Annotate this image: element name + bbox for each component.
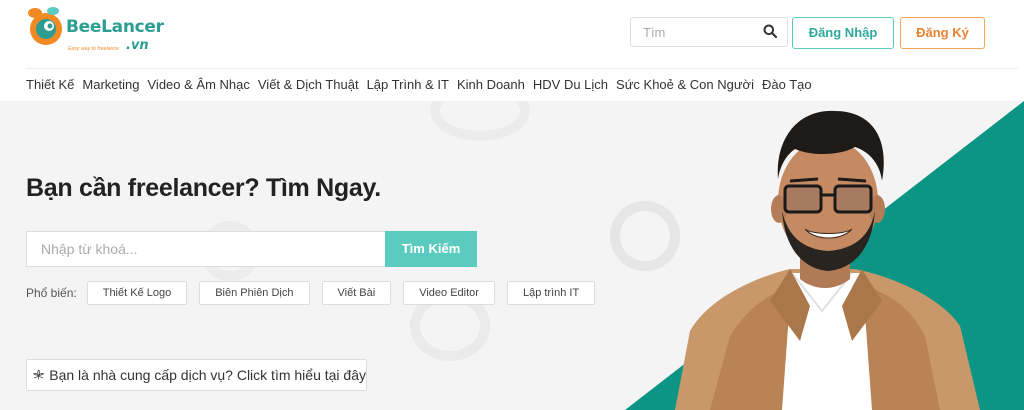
nav-item-viet-dich-thuat[interactable]: Viết & Dịch Thuật <box>258 76 359 96</box>
header-search-input[interactable] <box>631 18 751 46</box>
nav-item-hdv-du-lich[interactable]: HDV Du Lịch <box>533 76 608 96</box>
hero-search-input[interactable] <box>26 231 385 267</box>
nav-item-marketing[interactable]: Marketing <box>82 76 139 96</box>
nav-item-thiet-ke[interactable]: Thiết Kế <box>26 76 74 96</box>
brand-name: BeeLancer <box>66 17 164 37</box>
popular-tag-video-editor[interactable]: Video Editor <box>403 281 495 305</box>
popular-tag-bien-phien-dich[interactable]: Biên Phiên Dịch <box>199 281 310 305</box>
popular-tag-thiet-ke-logo[interactable]: Thiết Kế Logo <box>86 281 188 305</box>
provider-link[interactable]: Bạn là nhà cung cấp dịch vụ? Click tìm h… <box>26 359 367 391</box>
login-button[interactable]: Đăng Nhập <box>792 17 894 49</box>
hero-search: Tìm Kiếm <box>26 231 477 267</box>
provider-link-text: Bạn là nhà cung cấp dịch vụ? Click tìm h… <box>49 367 366 383</box>
nav-item-dao-tao[interactable]: Đào Tạo <box>762 76 812 96</box>
register-button[interactable]: Đăng Ký <box>900 17 985 49</box>
nav-item-video-am-nhac[interactable]: Video & Âm Nhạc <box>148 76 250 96</box>
header: BeeLancer .vn Easy way to freelance Đăng… <box>0 0 1024 68</box>
popular-label: Phổ biến: <box>26 286 77 300</box>
brand-logo[interactable]: BeeLancer .vn Easy way to freelance <box>26 4 164 56</box>
hero-banner: Bạn cần freelancer? Tìm Ngay. Tìm Kiếm P… <box>0 101 1024 410</box>
hero-search-button[interactable]: Tìm Kiếm <box>385 231 477 267</box>
nav-item-kinh-doanh[interactable]: Kinh Doanh <box>457 76 525 96</box>
hero-person-photo <box>675 110 980 410</box>
cannabis-leaf-icon <box>33 369 44 380</box>
header-search <box>630 17 788 47</box>
nav-item-suc-khoe[interactable]: Sức Khoẻ & Con Người <box>616 76 754 96</box>
search-icon[interactable] <box>763 24 778 43</box>
bee-logo-icon <box>28 7 62 45</box>
hero-title: Bạn cần freelancer? Tìm Ngay. <box>26 174 381 202</box>
header-divider <box>26 68 1018 69</box>
nav-item-lap-trinh-it[interactable]: Lập Trình & IT <box>367 76 449 96</box>
brand-domain-suffix: .vn <box>126 38 149 53</box>
popular-tags: Phổ biến: Thiết Kế Logo Biên Phiên Dịch … <box>26 281 607 305</box>
popular-tag-viet-bai[interactable]: Viết Bài <box>321 281 392 305</box>
brand-tagline: Easy way to freelance <box>68 46 120 52</box>
popular-tag-lap-trinh-it[interactable]: Lập trình IT <box>506 281 596 305</box>
category-nav: Thiết Kế Marketing Video & Âm Nhạc Viết … <box>26 76 820 96</box>
